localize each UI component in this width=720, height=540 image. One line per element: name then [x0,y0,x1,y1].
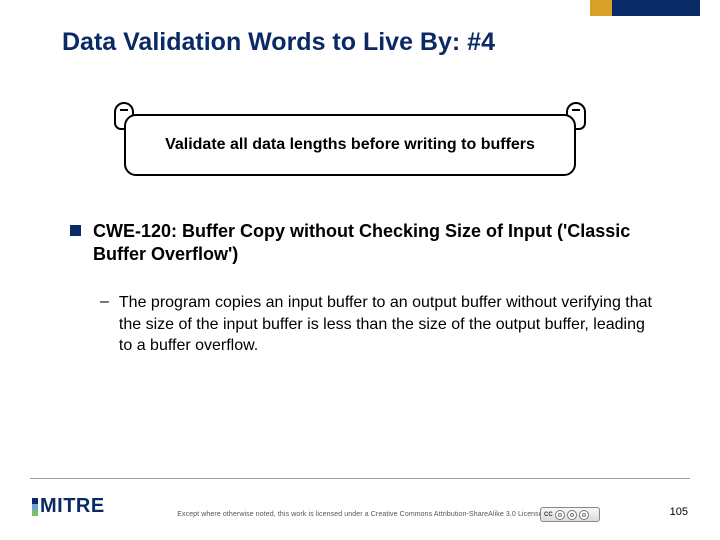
accent-bar-gold [590,0,612,16]
slide-footer: MITRE Except where otherwise noted, this… [0,478,720,540]
cc-disc-icon [579,510,589,520]
callout-box: Validate all data lengths before writing… [124,114,576,176]
callout-scroll: Validate all data lengths before writing… [120,100,580,185]
callout-text: Validate all data lengths before writing… [165,136,535,154]
dash-bullet-icon: – [100,292,109,356]
accent-bar-navy [612,0,700,16]
corner-accent [590,0,700,16]
bullet-level-1: CWE-120: Buffer Copy without Checking Si… [70,220,660,266]
cc-disc-icon [555,510,565,520]
cc-disc-icon [567,510,577,520]
square-bullet-icon [70,225,81,236]
cc-label: CC [544,512,553,518]
license-text: Except where otherwise noted, this work … [0,511,720,518]
slide: Data Validation Words to Live By: #4 Val… [0,0,720,540]
page-number: 105 [670,506,688,518]
footer-divider [30,478,690,479]
bullet-heading: CWE-120: Buffer Copy without Checking Si… [93,220,660,266]
slide-body: CWE-120: Buffer Copy without Checking Si… [70,220,660,356]
slide-title: Data Validation Words to Live By: #4 [62,28,495,57]
bullet-subtext: The program copies an input buffer to an… [119,292,660,356]
cc-badge-icon: CC [540,507,600,522]
bullet-level-2: – The program copies an input buffer to … [100,292,660,356]
